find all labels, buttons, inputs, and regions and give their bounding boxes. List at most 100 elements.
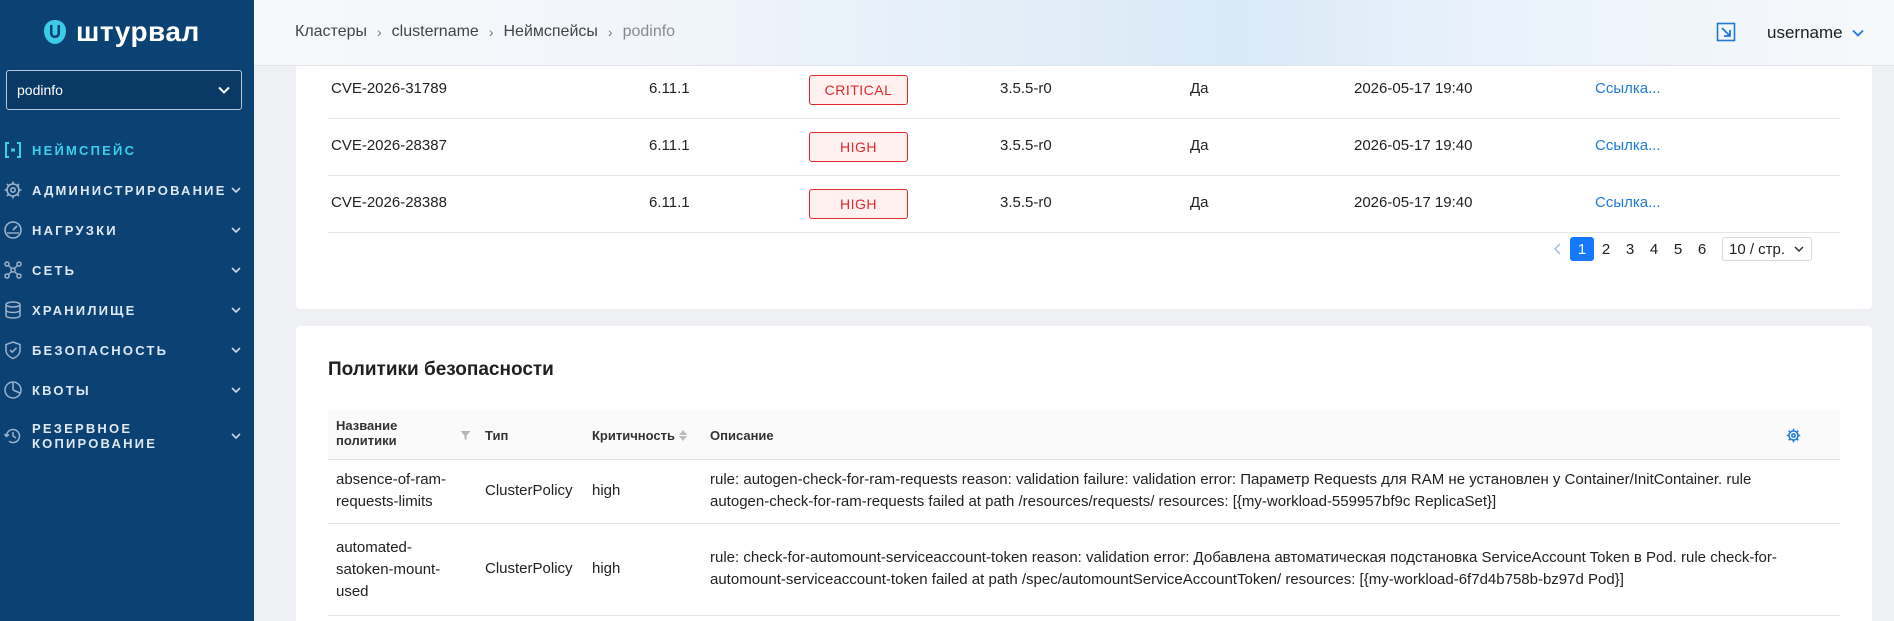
cve-id: CVE-2026-28387 bbox=[331, 137, 447, 154]
page-button-3[interactable]: 3 bbox=[1618, 237, 1642, 261]
nav-item-label: АДМИНИСТРИРОВАНИЕ bbox=[32, 182, 227, 198]
detected-date: 2026-05-17 19:40 bbox=[1354, 194, 1473, 211]
chevron-down-icon bbox=[231, 187, 241, 194]
sidebar: штурвал podinfo НЕЙМСПЕЙС АДМИНИСТРИРОВА… bbox=[0, 0, 254, 621]
fixed-version: 3.5.5-r0 bbox=[1000, 194, 1052, 211]
namespace-select[interactable]: podinfo bbox=[6, 70, 242, 110]
chevron-down-icon bbox=[1851, 29, 1864, 37]
installed-version: 6.11.1 bbox=[649, 80, 690, 97]
sort-icon[interactable] bbox=[678, 430, 687, 441]
page-button-6[interactable]: 6 bbox=[1690, 237, 1714, 261]
fixable-value: Да bbox=[1190, 80, 1209, 97]
pie-icon bbox=[2, 379, 24, 401]
chevron-down-icon bbox=[231, 433, 241, 440]
installed-version: 6.11.1 bbox=[649, 194, 690, 211]
filter-icon[interactable] bbox=[460, 430, 471, 441]
chevron-down-icon bbox=[231, 267, 241, 274]
database-icon bbox=[2, 299, 24, 321]
nav-item-backup[interactable]: РЕЗЕРВНОЕ КОПИРОВАНИЕ bbox=[0, 410, 254, 462]
fixed-version: 3.5.5-r0 bbox=[1000, 137, 1052, 154]
nav-item-security[interactable]: БЕЗОПАСНОСТЬ bbox=[0, 330, 254, 370]
network-icon bbox=[2, 259, 24, 281]
severity-badge: CRITICAL bbox=[809, 75, 908, 105]
section-title: Политики безопасности bbox=[328, 359, 554, 380]
severity-badge: HIGH bbox=[809, 132, 908, 162]
nav-item-network[interactable]: СЕТЬ bbox=[0, 250, 254, 290]
vulnerabilities-card: CVE-2026-31789 6.11.1 CRITICAL 3.5.5-r0 … bbox=[296, 62, 1872, 385]
nav-item-administration[interactable]: АДМИНИСТРИРОВАНИЕ bbox=[0, 170, 254, 210]
nav-item-label: БЕЗОПАСНОСТЬ bbox=[32, 342, 169, 358]
nav-item-workloads[interactable]: НАГРУЗКИ bbox=[0, 210, 254, 250]
user-menu[interactable]: username bbox=[1767, 23, 1865, 43]
table-row: CVE-2026-28387 6.11.1 HIGH 3.5.5-r0 Да 2… bbox=[328, 119, 1840, 176]
page-size-select[interactable]: 10 / стр. bbox=[1722, 237, 1813, 261]
severity-badge: HIGH bbox=[809, 189, 908, 219]
breadcrumb-clusters[interactable]: Кластеры bbox=[295, 23, 367, 41]
cve-id: CVE-2026-28388 bbox=[331, 194, 447, 211]
fixed-version: 3.5.5-r0 bbox=[1000, 80, 1052, 97]
top-header: Кластеры › clustername › Неймспейсы › po… bbox=[254, 0, 1894, 66]
policy-type: ClusterPolicy bbox=[485, 560, 573, 577]
chevron-down-icon bbox=[231, 347, 241, 354]
nav-item-label: РЕЗЕРВНОЕ КОПИРОВАНИЕ bbox=[32, 421, 158, 451]
policy-type: ClusterPolicy bbox=[485, 482, 573, 499]
nav-item-label: СЕТЬ bbox=[32, 262, 77, 278]
page-button-1[interactable]: 1 bbox=[1570, 237, 1594, 261]
prev-page-button[interactable] bbox=[1546, 237, 1570, 261]
table-row: automated-satoken-mount-used ClusterPoli… bbox=[328, 524, 1840, 616]
logo-mark-icon bbox=[44, 20, 66, 44]
security-policies-card: Политики безопасности Название политики … bbox=[296, 326, 1872, 621]
column-header-type: Тип bbox=[485, 428, 509, 443]
namespace-icon bbox=[2, 139, 24, 161]
table-row: CVE-2026-28388 6.11.1 HIGH 3.5.5-r0 Да 2… bbox=[328, 176, 1840, 233]
brand-name: штурвал bbox=[76, 16, 200, 47]
column-header-name[interactable]: Название политики bbox=[336, 418, 446, 448]
gear-icon bbox=[2, 179, 24, 201]
breadcrumb-separator-icon: › bbox=[377, 24, 382, 40]
chevron-down-icon bbox=[231, 227, 241, 234]
policy-name: absence-of-ram-requests-limits bbox=[336, 471, 447, 510]
page-button-2[interactable]: 2 bbox=[1594, 237, 1618, 261]
chevron-left-icon bbox=[1553, 243, 1561, 255]
namespace-select-value: podinfo bbox=[17, 82, 63, 98]
chevron-down-icon bbox=[1794, 246, 1804, 253]
page-button-4[interactable]: 4 bbox=[1642, 237, 1666, 261]
breadcrumb-namespaces[interactable]: Неймспейсы bbox=[504, 23, 598, 41]
settings-gear-icon[interactable] bbox=[1786, 428, 1801, 443]
nav-item-storage[interactable]: ХРАНИЛИЩЕ bbox=[0, 290, 254, 330]
cve-link[interactable]: Ссылка... bbox=[1595, 194, 1661, 211]
nav-item-quotas[interactable]: КВОТЫ bbox=[0, 370, 254, 410]
cve-link[interactable]: Ссылка... bbox=[1595, 80, 1661, 97]
policy-severity: high bbox=[592, 482, 621, 499]
table-row: absence-of-ram-requests-limits ClusterPo… bbox=[328, 460, 1840, 524]
shield-icon bbox=[2, 339, 24, 361]
breadcrumb-cluster[interactable]: clustername bbox=[392, 23, 479, 41]
policies-table-header: Название политики Тип Критичность Описан… bbox=[328, 410, 1840, 460]
page-button-5[interactable]: 5 bbox=[1666, 237, 1690, 261]
fixable-value: Да bbox=[1190, 137, 1209, 154]
breadcrumb-separator-icon: › bbox=[488, 24, 494, 40]
cve-link[interactable]: Ссылка... bbox=[1595, 137, 1661, 154]
chevron-down-icon bbox=[231, 307, 241, 314]
cve-id: CVE-2026-31789 bbox=[331, 80, 447, 97]
policy-description: rule: autogen-check-for-ram-requests rea… bbox=[710, 471, 1752, 510]
nav-item-namespace[interactable]: НЕЙМСПЕЙС bbox=[0, 130, 254, 170]
gauge-icon bbox=[2, 219, 24, 241]
sidebar-nav: НЕЙМСПЕЙС АДМИНИСТРИРОВАНИЕ НАГРУЗКИ СЕТ… bbox=[0, 130, 254, 462]
nav-item-label: ХРАНИЛИЩЕ bbox=[32, 302, 137, 318]
nav-item-label: КВОТЫ bbox=[32, 382, 91, 398]
table-row: CVE-2026-31789 6.11.1 CRITICAL 3.5.5-r0 … bbox=[328, 62, 1840, 119]
policy-severity: high bbox=[592, 560, 621, 577]
brand-logo[interactable]: штурвал bbox=[42, 14, 200, 50]
fixable-value: Да bbox=[1190, 194, 1209, 211]
breadcrumb-separator-icon: › bbox=[607, 24, 613, 40]
backup-icon bbox=[2, 425, 24, 447]
column-header-severity[interactable]: Критичность bbox=[592, 428, 687, 443]
installed-version: 6.11.1 bbox=[649, 137, 690, 154]
policy-description: rule: check-for-automount-serviceaccount… bbox=[710, 549, 1777, 588]
pagination: 1 2 3 4 5 6 10 / стр. bbox=[1546, 237, 1813, 385]
username: username bbox=[1767, 23, 1843, 42]
collapse-arrow-icon[interactable] bbox=[1716, 22, 1736, 42]
chevron-down-icon bbox=[218, 86, 230, 94]
column-header-description: Описание bbox=[710, 428, 774, 443]
